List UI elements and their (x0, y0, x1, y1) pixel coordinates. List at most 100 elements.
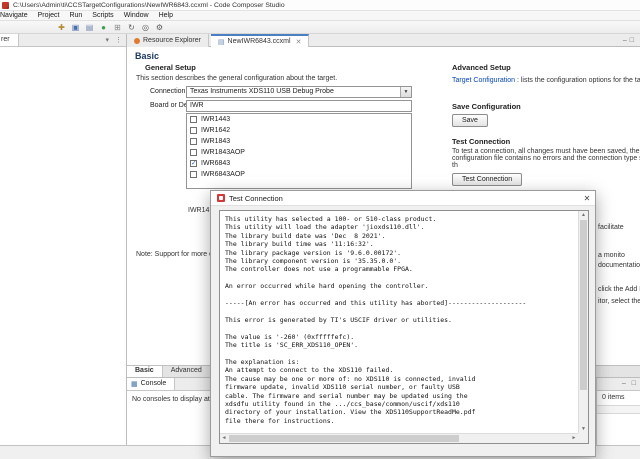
debug-icon[interactable]: ● (98, 22, 109, 33)
menu-run[interactable]: Run (64, 11, 87, 20)
checkbox-iwr1843[interactable] (190, 138, 197, 145)
tab-close-icon[interactable]: ✕ (296, 38, 302, 46)
maximize-icon[interactable]: □ (630, 37, 637, 44)
panel-stack-controls[interactable]: – □ (622, 380, 638, 387)
menu-help[interactable]: Help (154, 11, 178, 20)
build-icon[interactable]: ⊞ (112, 22, 123, 33)
target-configuration-link[interactable]: Target Configuration (452, 77, 515, 84)
save-icon[interactable]: ▣ (70, 22, 81, 33)
checkbox-iwr6843aop[interactable] (190, 171, 197, 178)
help-text-fragment: itor, select the p (598, 298, 640, 305)
device-label: IWR6843AOP (201, 171, 245, 178)
device-row-iwr1443[interactable]: IWR1443 (187, 114, 411, 125)
menu-scripts[interactable]: Scripts (87, 11, 118, 20)
project-explorer-header: rer ▾ ⋮ (0, 34, 126, 47)
dialog-titlebar[interactable]: Test Connection ✕ (211, 191, 595, 206)
ccxml-file-icon: ▤ (217, 38, 225, 46)
toolbar-icons: ✚ ▣ ▤ ● ⊞ ↻ ◎ ⚙ (56, 22, 165, 33)
checkbox-iwr1843aop[interactable] (190, 149, 197, 156)
device-label: IWR6843 (201, 160, 231, 167)
test-connection-button[interactable]: Test Connection (452, 173, 523, 186)
page-title: Basic (135, 51, 160, 61)
help-text-fragment: facilitate (598, 224, 624, 231)
console-icon: ▦ (131, 381, 138, 388)
minimize-icon[interactable]: – (623, 37, 630, 44)
app-icon (2, 1, 9, 9)
minimize-icon[interactable]: – (622, 380, 628, 387)
vertical-scrollbar[interactable]: ▲ ▼ (578, 211, 588, 433)
save-all-icon[interactable]: ▤ (84, 22, 95, 33)
connection-log-area[interactable]: This utility has selected a 100- or 510-… (219, 210, 589, 444)
device-row-iwr1843aop[interactable]: IWR1843AOP (187, 147, 411, 158)
scrollbar-thumb[interactable] (580, 220, 587, 390)
problems-header: – □ (597, 378, 640, 391)
checkbox-iwr1443[interactable] (190, 116, 197, 123)
device-label: IWR1843AOP (201, 149, 245, 156)
connection-label: Connection (150, 88, 186, 95)
new-file-icon[interactable]: ✚ (56, 22, 67, 33)
help-text-fragment: click the Add Bu (598, 286, 640, 293)
project-explorer-tab[interactable]: rer (0, 34, 19, 46)
problems-column-header (597, 405, 640, 414)
tab-label: Resource Explorer (143, 37, 201, 44)
help-text-fragment: a monito (598, 252, 625, 259)
save-configuration-heading: Save Configuration (452, 102, 521, 111)
device-list[interactable]: IWR1443 IWR1642 IWR1843 IWR1843AOP ✓ IWR6843 I… (186, 113, 412, 189)
menu-window[interactable]: Window (119, 11, 154, 20)
board-or-device-input[interactable]: IWR (186, 100, 412, 112)
scroll-down-icon[interactable]: ▼ (579, 425, 588, 433)
menu-navigate[interactable]: Navigate (0, 11, 33, 20)
problems-count: 0 items (602, 394, 625, 401)
menu-project[interactable]: Project (33, 11, 65, 20)
advanced-setup-text: Target Configuration : lists the configu… (452, 77, 640, 84)
test-connection-heading: Test Connection (452, 137, 511, 146)
connection-value: Texas Instruments XDS110 USB Debug Probe (190, 88, 334, 95)
device-label: IWR1642 (201, 127, 231, 134)
advanced-setup-heading: Advanced Setup (452, 63, 511, 72)
scrollbar-corner (578, 433, 588, 443)
tab-resource-explorer[interactable]: Resource Explorer (127, 34, 209, 47)
device-row-iwr6843aop[interactable]: IWR6843AOP (187, 169, 411, 180)
close-icon[interactable]: ✕ (579, 191, 595, 206)
window-titlebar: C:\Users\Admin\ti\CCSTargetConfiguration… (0, 0, 640, 11)
view-toolbar-icons[interactable]: ▾ ⋮ (106, 36, 124, 44)
checkbox-iwr1642[interactable] (190, 127, 197, 134)
menu-items: Navigate Project Run Scripts Window Help (0, 12, 178, 19)
tab-console[interactable]: ▦ Console (127, 378, 176, 390)
device-label: IWR1843 (201, 138, 231, 145)
device-row-iwr1642[interactable]: IWR1642 (187, 125, 411, 136)
checkbox-iwr6843[interactable]: ✓ (190, 160, 197, 167)
device-info-fragment: IWR14 (188, 207, 210, 214)
settings-icon[interactable]: ⚙ (154, 22, 165, 33)
save-button[interactable]: Save (452, 114, 488, 127)
search-icon[interactable]: ◎ (140, 22, 151, 33)
test-connection-description: To test a connection, all changes must h… (452, 148, 640, 169)
ccs-red-icon (217, 194, 225, 202)
problems-panel: – □ 0 items (596, 377, 640, 445)
device-row-iwr6843[interactable]: ✓ IWR6843 (187, 158, 411, 169)
refresh-icon[interactable]: ↻ (126, 22, 137, 33)
menu-bar: Navigate Project Run Scripts Window Help (0, 11, 640, 21)
scroll-left-icon[interactable]: ◄ (220, 434, 228, 443)
console-tab-label: Console (140, 380, 167, 387)
general-setup-heading: General Setup (145, 63, 196, 72)
scrollbar-thumb[interactable] (229, 435, 459, 442)
connection-dropdown[interactable]: Texas Instruments XDS110 USB Debug Probe… (186, 86, 412, 98)
horizontal-scrollbar[interactable]: ◄ ► (220, 433, 578, 443)
window-title: C:\Users\Admin\ti\CCSTargetConfiguration… (13, 1, 285, 9)
editor-tabbar: Resource Explorer ▤ NewIWR6843.ccxml ✕ –… (127, 34, 640, 47)
connection-log-text: This utility has selected a 100- or 510-… (225, 215, 527, 425)
help-text-fragment: documentatio (598, 262, 640, 269)
tab-newiwr6843-ccxml[interactable]: ▤ NewIWR6843.ccxml ✕ (210, 34, 310, 47)
general-setup-description: This section describes the general confi… (136, 75, 338, 82)
test-connection-dialog: Test Connection ✕ This utility has selec… (210, 190, 596, 457)
resource-explorer-icon (134, 37, 140, 44)
tab-label: NewIWR6843.ccxml (227, 38, 291, 45)
device-row-iwr1843[interactable]: IWR1843 (187, 136, 411, 147)
scroll-up-icon[interactable]: ▲ (579, 211, 588, 219)
editor-stack-controls[interactable]: –□ (623, 37, 637, 44)
maximize-icon[interactable]: □ (632, 380, 638, 387)
chevron-down-icon[interactable]: ▼ (400, 87, 411, 97)
dialog-title: Test Connection (229, 193, 283, 203)
scroll-right-icon[interactable]: ► (570, 434, 578, 443)
